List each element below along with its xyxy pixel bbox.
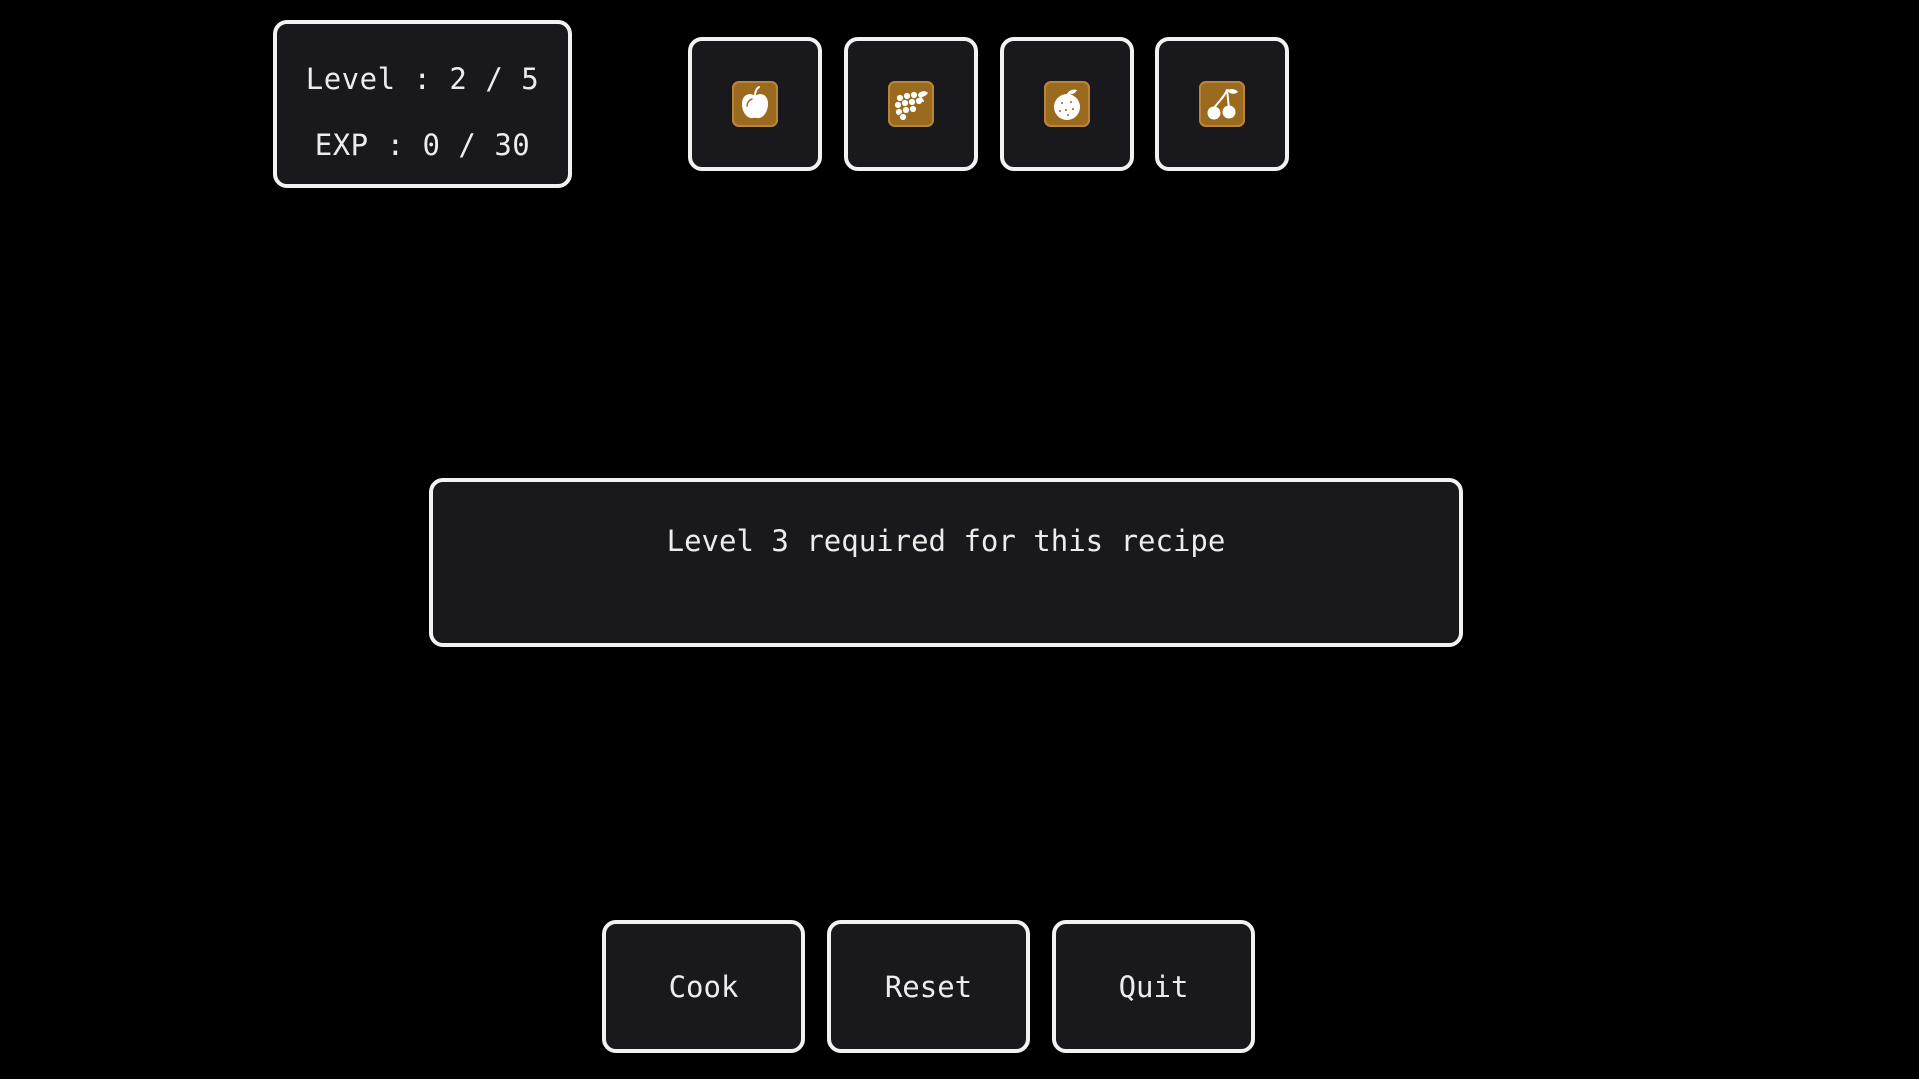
orange-icon: [1044, 81, 1090, 127]
ingredient-slot-orange[interactable]: [1000, 37, 1134, 171]
message-box: Level 3 required for this recipe: [429, 478, 1463, 647]
level-indicator: Level : 2 / 5: [305, 62, 540, 96]
quit-button[interactable]: Quit: [1052, 920, 1255, 1053]
ingredient-slot-apple[interactable]: [688, 37, 822, 171]
apple-icon: [732, 81, 778, 127]
cherry-icon: [1199, 81, 1245, 127]
exp-indicator: EXP : 0 / 30: [314, 128, 531, 162]
status-panel: Level : 2 / 5 EXP : 0 / 30: [273, 20, 572, 188]
quit-button-label: Quit: [1118, 970, 1189, 1004]
grapes-icon: [888, 81, 934, 127]
ingredient-slot-grapes[interactable]: [844, 37, 978, 171]
ingredient-slot-cherry[interactable]: [1155, 37, 1289, 171]
cook-button[interactable]: Cook: [602, 920, 805, 1053]
cook-button-label: Cook: [668, 970, 739, 1004]
reset-button[interactable]: Reset: [827, 920, 1030, 1053]
reset-button-label: Reset: [884, 970, 973, 1004]
message-text: Level 3 required for this recipe: [666, 524, 1226, 558]
